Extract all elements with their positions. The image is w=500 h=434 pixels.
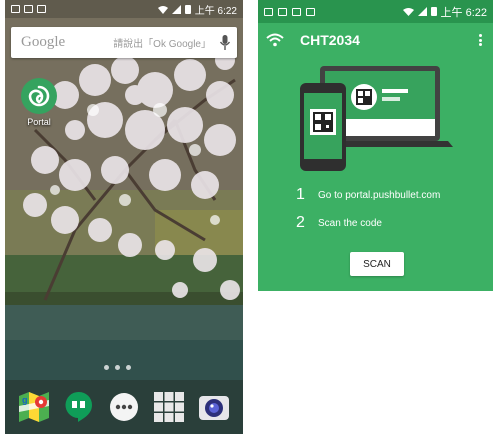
step-text: Scan the code xyxy=(318,217,382,229)
notification-icon xyxy=(24,5,33,13)
status-bar: 上午 6:22 xyxy=(5,0,243,18)
svg-text:g: g xyxy=(22,395,28,405)
step-number: 1 xyxy=(296,186,305,203)
google-logo: Google xyxy=(21,34,66,50)
step-number: 2 xyxy=(296,214,305,231)
status-right: 上午 6:22 xyxy=(157,2,237,17)
notification-icon xyxy=(306,7,315,16)
notification-icons xyxy=(11,5,46,13)
page-dot xyxy=(104,365,109,370)
cell-signal-icon xyxy=(417,7,427,16)
notification-icon xyxy=(11,5,20,13)
status-bar: 上午 6:22 xyxy=(258,0,493,23)
wifi-signal-icon xyxy=(402,8,414,16)
battery-icon xyxy=(184,4,191,14)
portal-swirl-icon xyxy=(21,78,57,114)
dock: g xyxy=(5,380,243,434)
scan-button[interactable]: SCAN xyxy=(350,252,404,276)
step-text: Go to portal.pushbullet.com xyxy=(318,189,441,201)
google-maps-icon[interactable]: g xyxy=(17,390,51,424)
camera-icon[interactable] xyxy=(197,390,231,424)
status-right: 上午 6:22 xyxy=(402,4,487,20)
home-screen: 上午 6:22 Google 請說出「Ok Google」 Portal g xyxy=(5,0,243,434)
mic-icon[interactable] xyxy=(219,34,231,51)
battery-icon xyxy=(430,7,437,16)
app-label: Portal xyxy=(27,117,51,127)
cell-signal-icon xyxy=(171,4,181,14)
notification-icon xyxy=(37,5,46,13)
notification-icon xyxy=(292,7,301,16)
portal-app-screen: 上午 6:22 CHT2034 1 Go to portal.pushbulle… xyxy=(258,0,493,434)
wifi-signal-icon xyxy=(157,5,168,14)
device-name: CHT2034 xyxy=(300,32,360,48)
google-search-bar[interactable]: Google 請說出「Ok Google」 xyxy=(11,27,237,58)
page-indicator xyxy=(104,365,131,370)
instruction-step-1: 1 Go to portal.pushbullet.com xyxy=(296,186,440,204)
apps-grid-icon[interactable] xyxy=(152,390,186,424)
wifi-icon xyxy=(266,33,284,47)
toolbar: CHT2034 xyxy=(258,23,493,57)
portal-panel: CHT2034 1 Go to portal.pushbullet.com 2 … xyxy=(258,23,493,291)
status-time: 上午 6:22 xyxy=(194,5,237,17)
page-dot xyxy=(115,365,120,370)
notification-icon xyxy=(278,7,287,16)
app-drawer-icon[interactable] xyxy=(107,390,141,424)
screenshot-pair: 上午 6:22 Google 請說出「Ok Google」 Portal g 上… xyxy=(0,0,500,434)
search-hint: 請說出「Ok Google」 xyxy=(113,39,211,50)
overflow-menu-icon[interactable] xyxy=(475,32,485,48)
notification-icon xyxy=(264,7,273,16)
app-portal[interactable]: Portal xyxy=(19,78,59,127)
instruction-step-2: 2 Scan the code xyxy=(296,214,382,232)
page-dot xyxy=(126,365,131,370)
notification-icons xyxy=(264,7,315,16)
hangouts-icon[interactable] xyxy=(62,390,96,424)
phone-laptop-illustration xyxy=(300,66,453,171)
status-time: 上午 6:22 xyxy=(440,6,487,19)
